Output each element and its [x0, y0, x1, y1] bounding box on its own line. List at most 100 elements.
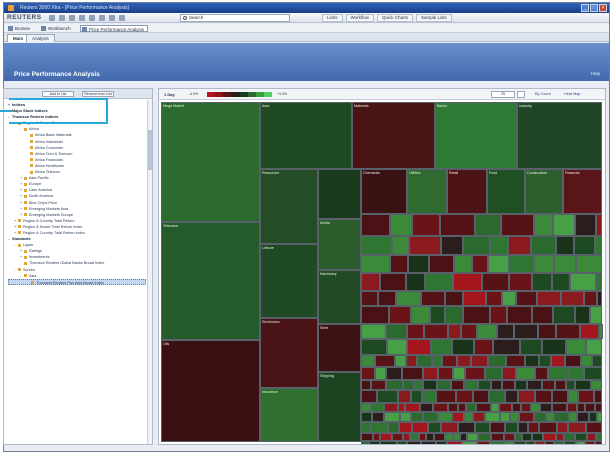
treemap-small-cell[interactable]: [520, 339, 542, 355]
treemap-small-cell[interactable]: [552, 273, 570, 291]
treemap-small-cell[interactable]: [555, 380, 566, 390]
minimize-icon[interactable]: _: [581, 4, 589, 12]
treemap-small-cell[interactable]: [380, 441, 397, 444]
treemap-small-cell[interactable]: [423, 412, 438, 422]
treemap-small-cell[interactable]: [377, 390, 398, 403]
treemap-small-cell[interactable]: [534, 412, 546, 422]
search-input[interactable]: Search: [180, 14, 290, 22]
treemap-small-cell[interactable]: [556, 236, 574, 255]
treemap-small-cell[interactable]: [361, 339, 387, 355]
treemap-small-cell[interactable]: [569, 412, 577, 422]
treemap-small-cell[interactable]: [499, 403, 512, 412]
treemap-small-cell[interactable]: [477, 324, 497, 339]
treemap-small-cell[interactable]: [515, 380, 527, 390]
treemap-small-cell[interactable]: [569, 367, 584, 380]
treemap-small-cell[interactable]: [475, 422, 490, 433]
add-to-list-button[interactable]: Add to List: [42, 91, 74, 97]
price-performance-button[interactable]: Price Performance Analysis: [80, 25, 149, 32]
treemap-small-cell[interactable]: [528, 422, 539, 433]
treemap-small-cell[interactable]: [441, 422, 458, 433]
treemap-small-cell[interactable]: [361, 380, 371, 390]
treemap-small-cell[interactable]: [490, 306, 507, 324]
treemap-small-cell[interactable]: [407, 339, 431, 355]
treemap-small-cell[interactable]: [412, 214, 440, 236]
workflow-dropdown[interactable]: Workflow: [345, 14, 374, 22]
treemap-small-cell[interactable]: [407, 324, 424, 339]
treemap-small-cell[interactable]: [491, 380, 502, 390]
tree-item[interactable]: Thomson Reuters Pan Asia Broad Index: [8, 278, 146, 285]
treemap-small-cell[interactable]: [584, 291, 597, 306]
treemap-small-cell[interactable]: [361, 255, 390, 273]
treemap-small-cell[interactable]: [472, 255, 488, 273]
treemap-small-cell[interactable]: [580, 324, 599, 339]
treemap-small-cell[interactable]: [491, 403, 499, 412]
treemap-small-cell[interactable]: [464, 412, 473, 422]
treemap-small-cell[interactable]: [532, 433, 543, 441]
treemap-small-cell[interactable]: [420, 403, 433, 412]
treemap-small-cell[interactable]: [473, 412, 485, 422]
treemap-small-cell[interactable]: [564, 441, 576, 444]
treemap-small-cell[interactable]: [430, 306, 445, 324]
treemap-small-cell[interactable]: [597, 291, 602, 306]
treemap-small-cell[interactable]: [408, 255, 429, 273]
treemap-small-cell[interactable]: [467, 433, 478, 441]
treemap-small-cell[interactable]: [515, 433, 522, 441]
treemap-small-cell[interactable]: [448, 403, 458, 412]
treemap-small-cell[interactable]: [542, 339, 566, 355]
treemap-small-cell[interactable]: [508, 236, 531, 255]
treemap-small-cell[interactable]: [423, 380, 437, 390]
treemap-small-cell[interactable]: [406, 355, 417, 367]
treemap-small-cell[interactable]: [457, 355, 471, 367]
treemap-small-cell[interactable]: [535, 390, 552, 403]
help-icon[interactable]: [119, 15, 125, 21]
treemap-small-cell[interactable]: [519, 412, 534, 422]
treemap-small-cell[interactable]: [403, 433, 410, 441]
quick-charts-dropdown[interactable]: Quick Charts: [376, 14, 413, 22]
treemap-small-cell[interactable]: [373, 433, 380, 441]
treemap-small-cell[interactable]: [438, 367, 453, 380]
treemap-cell[interactable]: Machinery: [318, 270, 361, 324]
treemap-small-cell[interactable]: [542, 380, 555, 390]
treemap-small-cell[interactable]: [575, 214, 596, 236]
treemap-small-cell[interactable]: [557, 422, 568, 433]
treemap-small-cell[interactable]: [400, 412, 411, 422]
treemap-small-cell[interactable]: [421, 291, 445, 306]
sample-lists-dropdown[interactable]: Sample Lists: [415, 14, 452, 22]
treemap-small-cell[interactable]: [596, 214, 602, 236]
treemap-small-cell[interactable]: [540, 403, 552, 412]
treemap-small-cell[interactable]: [577, 412, 589, 422]
treemap-small-cell[interactable]: [553, 306, 575, 324]
treemap-small-cell[interactable]: [565, 355, 581, 367]
treemap-small-cell[interactable]: [595, 236, 602, 255]
treemap-small-cell[interactable]: [403, 380, 414, 390]
treemap-small-cell[interactable]: [596, 433, 602, 441]
treemap-small-cell[interactable]: [447, 441, 462, 444]
treemap-small-cell[interactable]: [591, 380, 602, 390]
treemap-small-cell[interactable]: [551, 355, 565, 367]
forward-icon[interactable]: [59, 15, 65, 21]
home-icon[interactable]: [69, 15, 75, 21]
treemap-small-cell[interactable]: [395, 355, 406, 367]
treemap-small-cell[interactable]: [419, 433, 426, 441]
treemap-small-cell[interactable]: [473, 390, 489, 403]
treemap-small-cell[interactable]: [429, 255, 454, 273]
treemap-small-cell[interactable]: [482, 273, 509, 291]
treemap-small-cell[interactable]: [372, 412, 384, 422]
treemap-small-cell[interactable]: [595, 403, 602, 412]
treemap-small-cell[interactable]: [592, 355, 602, 367]
treemap-small-cell[interactable]: [412, 422, 428, 433]
treemap-small-cell[interactable]: [440, 214, 475, 236]
treemap-small-cell[interactable]: [448, 324, 461, 339]
treemap-small-cell[interactable]: [596, 273, 602, 291]
treemap-small-cell[interactable]: [463, 306, 490, 324]
treemap-small-cell[interactable]: [451, 380, 464, 390]
treemap-small-cell[interactable]: [505, 390, 518, 403]
treemap-small-cell[interactable]: [388, 422, 399, 433]
treemap-small-cell[interactable]: [527, 380, 542, 390]
treemap-small-cell[interactable]: [361, 273, 380, 291]
treemap-small-cell[interactable]: [539, 355, 551, 367]
treemap-small-cell[interactable]: [568, 422, 586, 433]
treemap-small-cell[interactable]: [514, 441, 526, 444]
treemap-small-cell[interactable]: [463, 236, 490, 255]
treemap-small-cell[interactable]: [398, 403, 405, 412]
